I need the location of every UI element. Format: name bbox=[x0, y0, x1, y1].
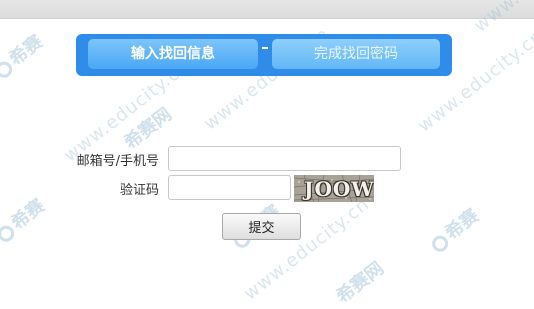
educity-logo-icon bbox=[428, 232, 452, 255]
email-phone-label: 邮箱号/手机号 bbox=[76, 154, 159, 169]
step-separator bbox=[262, 47, 268, 49]
captcha-input[interactable] bbox=[168, 175, 291, 200]
watermark: 希赛 bbox=[424, 202, 483, 256]
watermark: 希赛网 bbox=[332, 257, 388, 308]
submit-button[interactable]: 提交 bbox=[222, 213, 301, 240]
email-phone-input[interactable] bbox=[168, 146, 401, 171]
step-enter-info: 输入找回信息 bbox=[88, 39, 258, 69]
captcha-image-text: JOOW bbox=[304, 177, 374, 201]
step-label: 输入找回信息 bbox=[131, 46, 215, 62]
watermark: 希赛 bbox=[0, 192, 49, 246]
captcha-label: 验证码 bbox=[119, 183, 159, 198]
top-bar bbox=[0, 0, 534, 19]
watermark: 希赛 bbox=[0, 28, 47, 82]
step-complete-reset: 完成找回密码 bbox=[272, 39, 440, 69]
watermark: www.educity.cn bbox=[240, 193, 374, 305]
step-label: 完成找回密码 bbox=[314, 46, 398, 62]
captcha-image[interactable]: JOOW bbox=[294, 175, 374, 202]
educity-logo-icon bbox=[0, 58, 16, 81]
educity-logo-icon bbox=[0, 222, 18, 245]
step-progress: 输入找回信息 完成找回密码 bbox=[76, 34, 452, 76]
